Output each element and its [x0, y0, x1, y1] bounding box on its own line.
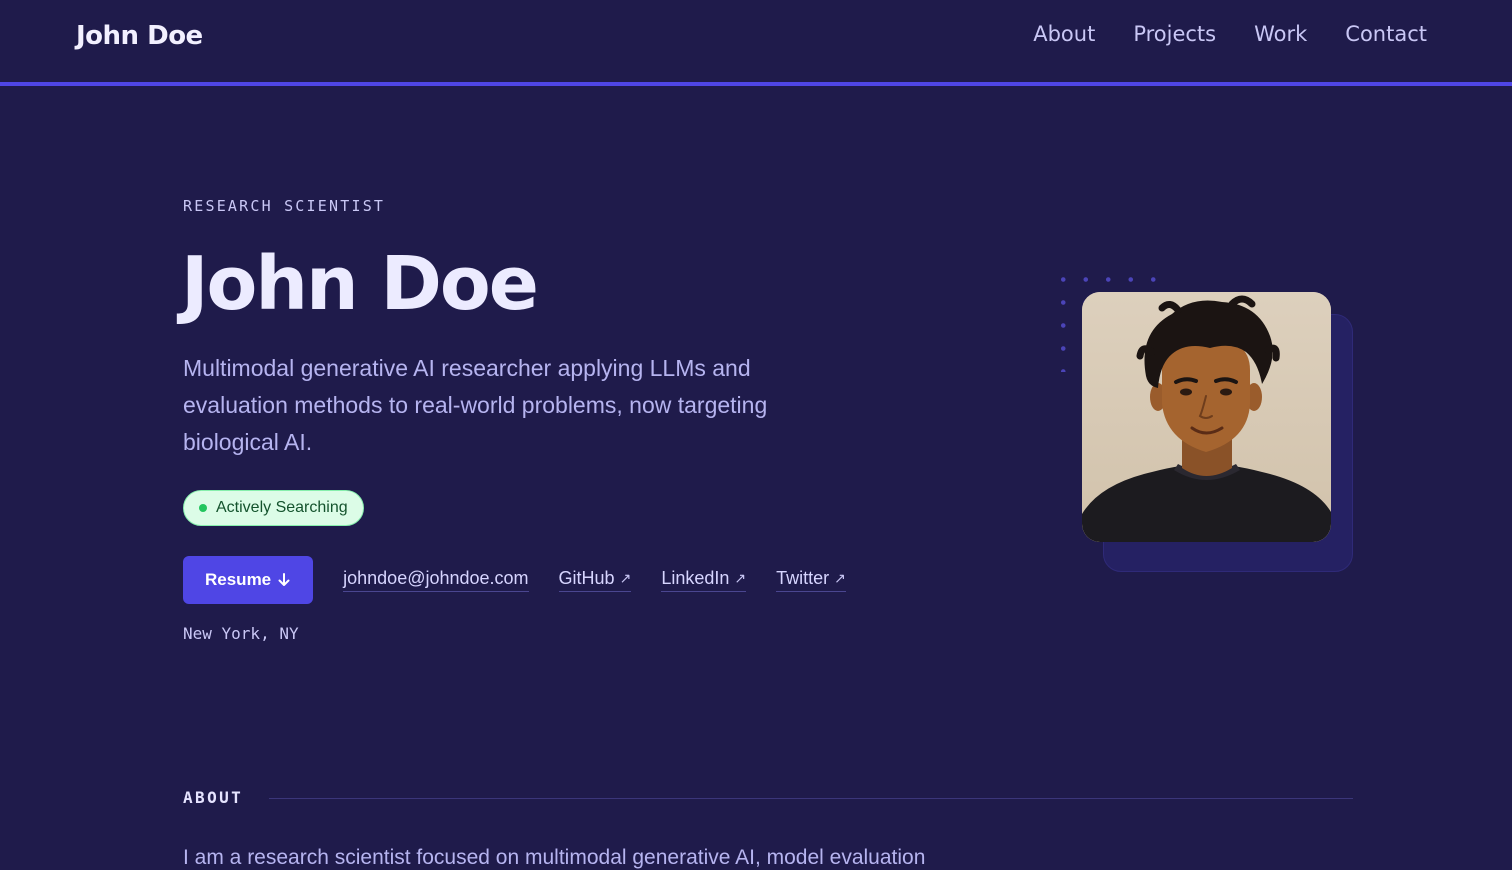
external-link-icon: ↗ — [619, 570, 632, 586]
resume-label: Resume — [205, 570, 272, 589]
hero-kicker: RESEARCH SCIENTIST — [183, 197, 386, 215]
status-dot-icon — [199, 504, 207, 512]
github-label: GitHub — [558, 568, 615, 588]
nav-projects[interactable]: Projects — [1133, 22, 1216, 46]
status-label: Actively Searching — [216, 499, 348, 516]
twitter-link[interactable]: Twitter ↗ — [776, 568, 846, 592]
email-link[interactable]: johndoe@johndoe.com — [343, 568, 529, 592]
hero-actions: Resume johndoe@johndoe.com GitHub ↗ Link… — [183, 556, 846, 604]
brand-logo[interactable]: John Doe — [76, 21, 203, 51]
external-link-icon: ↗ — [834, 570, 846, 586]
external-link-icon: ↗ — [734, 570, 747, 586]
about-heading: ABOUT — [183, 788, 244, 807]
about-text: I am a research scientist focused on mul… — [183, 846, 926, 869]
nav-work[interactable]: Work — [1254, 22, 1307, 46]
section-divider — [269, 798, 1353, 799]
linkedin-label: LinkedIn — [661, 568, 730, 588]
profile-photo — [1082, 292, 1331, 542]
github-link[interactable]: GitHub ↗ — [558, 568, 632, 592]
hero-name: John Doe — [181, 241, 539, 327]
main-nav: About Projects Work Contact — [1033, 22, 1427, 46]
resume-button[interactable]: Resume — [183, 556, 314, 604]
linkedin-link[interactable]: LinkedIn ↗ — [661, 568, 747, 592]
nav-about[interactable]: About — [1033, 22, 1095, 46]
hero-tagline: Multimodal generative AI researcher appl… — [183, 355, 768, 455]
twitter-label: Twitter — [776, 568, 830, 588]
status-badge: Actively Searching — [183, 490, 364, 526]
site-header: John Doe About Projects Work Contact — [0, 0, 1512, 86]
nav-contact[interactable]: Contact — [1345, 22, 1427, 46]
location-text: New York, NY — [183, 624, 299, 643]
arrow-down-icon — [278, 573, 290, 586]
avatar-illustration — [1082, 292, 1331, 542]
